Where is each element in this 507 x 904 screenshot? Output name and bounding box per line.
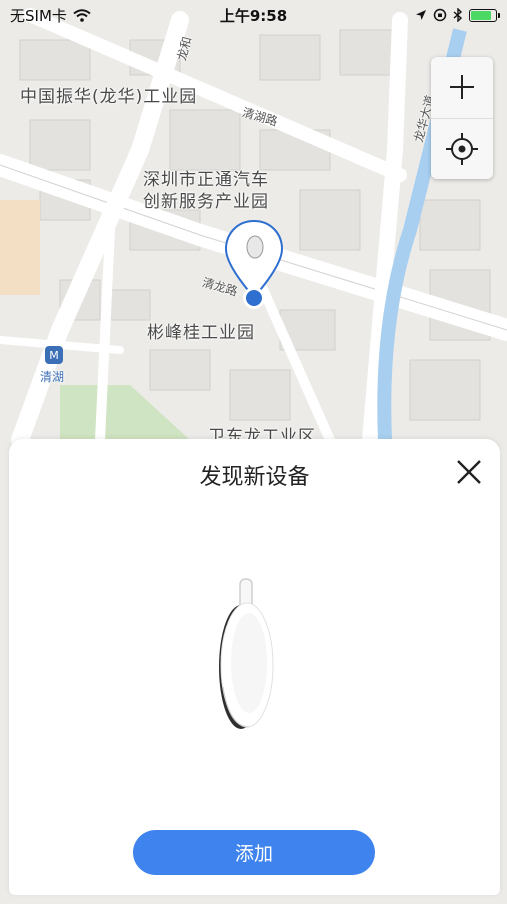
zoom-in-button[interactable] [431, 57, 493, 118]
map-label-binfenggui-park: 彬峰桂工业园 [147, 323, 255, 343]
location-arrow-icon [416, 10, 426, 20]
close-icon [457, 460, 481, 484]
add-button[interactable]: 添加 [133, 830, 375, 875]
sheet-title: 发现新设备 [199, 465, 310, 490]
battery-icon [469, 8, 500, 22]
orientation-lock-icon [433, 8, 447, 22]
device-location-marker[interactable] [224, 219, 284, 314]
bluetooth-icon [453, 8, 463, 22]
status-bar: 无SIM卡 上午9:58 [0, 0, 507, 30]
map-label-metro-station: 清湖 [40, 370, 65, 384]
plus-icon [450, 75, 474, 100]
battery-level [471, 10, 492, 20]
tracker-tag-image [219, 578, 274, 729]
map-controls [431, 57, 493, 179]
wifi-icon [73, 8, 91, 22]
map-label-industrial-park: 中国振华(龙华)工业园 [20, 87, 198, 107]
new-device-sheet: 发现新设备 添加 [9, 439, 500, 895]
crosshair-icon [446, 132, 478, 165]
status-time: 上午9:58 [219, 6, 288, 25]
close-button[interactable] [452, 455, 486, 489]
locate-button[interactable] [431, 117, 493, 180]
map-label-auto-park-line2: 创新服务产业园 [143, 192, 269, 212]
metro-icon: M [45, 346, 63, 364]
carrier-label: 无SIM卡 [10, 6, 67, 25]
